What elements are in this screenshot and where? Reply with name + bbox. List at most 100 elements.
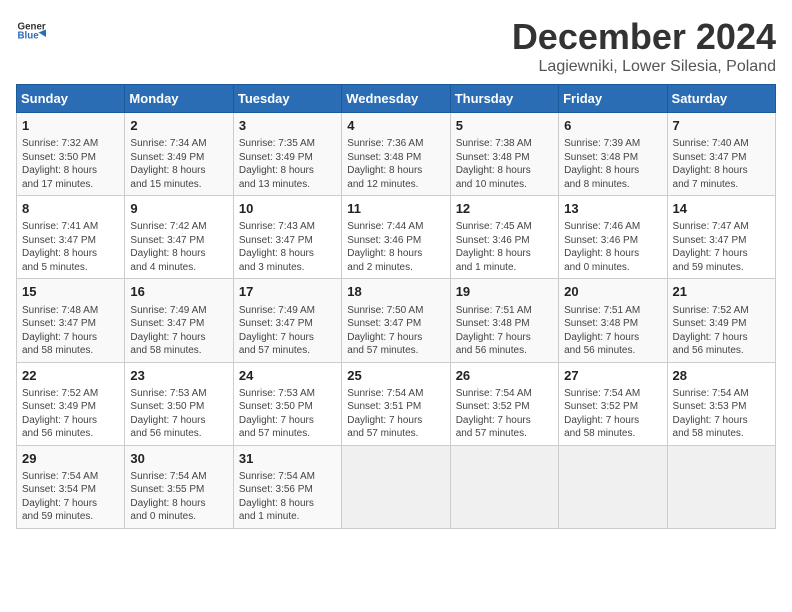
- calendar-table: SundayMondayTuesdayWednesdayThursdayFrid…: [16, 84, 776, 529]
- weekday-header-thursday: Thursday: [450, 85, 558, 113]
- day-number: 4: [347, 117, 444, 135]
- day-number: 10: [239, 200, 336, 218]
- day-number: 9: [130, 200, 227, 218]
- day-number: 14: [673, 200, 770, 218]
- cell-info: Sunrise: 7:34 AMSunset: 3:49 PMDaylight:…: [130, 137, 227, 191]
- calendar-cell: 22 Sunrise: 7:52 AMSunset: 3:49 PMDayligh…: [17, 362, 125, 445]
- cell-info: Sunrise: 7:54 AMSunset: 3:52 PMDaylight:…: [564, 387, 661, 441]
- day-number: 7: [673, 117, 770, 135]
- calendar-cell: 15 Sunrise: 7:48 AMSunset: 3:47 PMDayligh…: [17, 279, 125, 362]
- calendar-cell: 24Sunrise: 7:53 AMSunset: 3:50 PMDayligh…: [233, 362, 341, 445]
- day-number: 22: [22, 367, 119, 385]
- calendar-cell: 3 Sunrise: 7:35 AMSunset: 3:49 PMDaylight…: [233, 113, 341, 196]
- week-row-3: 15 Sunrise: 7:48 AMSunset: 3:47 PMDayligh…: [17, 279, 776, 362]
- calendar-cell: 23Sunrise: 7:53 AMSunset: 3:50 PMDayligh…: [125, 362, 233, 445]
- week-row-1: 1 Sunrise: 7:32 AMSunset: 3:50 PMDaylight…: [17, 113, 776, 196]
- cell-info: Sunrise: 7:54 AMSunset: 3:53 PMDaylight:…: [673, 387, 770, 441]
- calendar-cell: [342, 445, 450, 528]
- day-number: 6: [564, 117, 661, 135]
- calendar-cell: 1 Sunrise: 7:32 AMSunset: 3:50 PMDaylight…: [17, 113, 125, 196]
- day-number: 30: [130, 450, 227, 468]
- weekday-header-sunday: Sunday: [17, 85, 125, 113]
- weekday-header-row: SundayMondayTuesdayWednesdayThursdayFrid…: [17, 85, 776, 113]
- cell-info: Sunrise: 7:50 AMSunset: 3:47 PMDaylight:…: [347, 304, 444, 358]
- cell-info: Sunrise: 7:40 AMSunset: 3:47 PMDaylight:…: [673, 137, 770, 191]
- weekday-header-wednesday: Wednesday: [342, 85, 450, 113]
- day-number: 26: [456, 367, 553, 385]
- day-number: 1: [22, 117, 119, 135]
- calendar-cell: 4Sunrise: 7:36 AMSunset: 3:48 PMDaylight…: [342, 113, 450, 196]
- calendar-cell: 5 Sunrise: 7:38 AMSunset: 3:48 PMDaylight…: [450, 113, 558, 196]
- location-title: Lagiewniki, Lower Silesia, Poland: [512, 58, 776, 76]
- cell-info: Sunrise: 7:54 AMSunset: 3:51 PMDaylight:…: [347, 387, 444, 441]
- calendar-cell: 10 Sunrise: 7:43 AMSunset: 3:47 PMDayligh…: [233, 196, 341, 279]
- day-number: 29: [22, 450, 119, 468]
- svg-text:Blue: Blue: [18, 31, 40, 42]
- day-number: 12: [456, 200, 553, 218]
- calendar-cell: 21 Sunrise: 7:52 AMSunset: 3:49 PMDayligh…: [667, 279, 775, 362]
- cell-info: Sunrise: 7:52 AMSunset: 3:49 PMDaylight:…: [22, 387, 119, 441]
- day-number: 15: [22, 283, 119, 301]
- cell-info: Sunrise: 7:47 AMSunset: 3:47 PMDaylight:…: [673, 220, 770, 274]
- calendar-cell: 14 Sunrise: 7:47 AMSunset: 3:47 PMDayligh…: [667, 196, 775, 279]
- calendar-cell: 31Sunrise: 7:54 AMSunset: 3:56 PMDayligh…: [233, 445, 341, 528]
- header: General Blue December 2024 Lagiewniki, L…: [16, 16, 776, 76]
- logo: General Blue: [16, 16, 46, 46]
- day-number: 27: [564, 367, 661, 385]
- day-number: 16: [130, 283, 227, 301]
- cell-info: Sunrise: 7:49 AMSunset: 3:47 PMDaylight:…: [130, 304, 227, 358]
- cell-info: Sunrise: 7:42 AMSunset: 3:47 PMDaylight:…: [130, 220, 227, 274]
- calendar-cell: 28 Sunrise: 7:54 AMSunset: 3:53 PMDayligh…: [667, 362, 775, 445]
- cell-info: Sunrise: 7:48 AMSunset: 3:47 PMDaylight:…: [22, 304, 119, 358]
- calendar-cell: [450, 445, 558, 528]
- day-number: 17: [239, 283, 336, 301]
- cell-info: Sunrise: 7:51 AMSunset: 3:48 PMDaylight:…: [564, 304, 661, 358]
- day-number: 28: [673, 367, 770, 385]
- day-number: 21: [673, 283, 770, 301]
- day-number: 18: [347, 283, 444, 301]
- calendar-cell: 12Sunrise: 7:45 AMSunset: 3:46 PMDayligh…: [450, 196, 558, 279]
- calendar-cell: 11 Sunrise: 7:44 AMSunset: 3:46 PMDayligh…: [342, 196, 450, 279]
- title-area: December 2024 Lagiewniki, Lower Silesia,…: [512, 16, 776, 76]
- calendar-cell: 17 Sunrise: 7:49 AMSunset: 3:47 PMDayligh…: [233, 279, 341, 362]
- calendar-cell: [667, 445, 775, 528]
- calendar-cell: 9 Sunrise: 7:42 AMSunset: 3:47 PMDaylight…: [125, 196, 233, 279]
- calendar-cell: [559, 445, 667, 528]
- calendar-cell: 6Sunrise: 7:39 AMSunset: 3:48 PMDaylight…: [559, 113, 667, 196]
- cell-info: Sunrise: 7:52 AMSunset: 3:49 PMDaylight:…: [673, 304, 770, 358]
- calendar-cell: 13Sunrise: 7:46 AMSunset: 3:46 PMDayligh…: [559, 196, 667, 279]
- cell-info: Sunrise: 7:54 AMSunset: 3:55 PMDaylight:…: [130, 470, 227, 524]
- day-number: 19: [456, 283, 553, 301]
- weekday-header-saturday: Saturday: [667, 85, 775, 113]
- cell-info: Sunrise: 7:38 AMSunset: 3:48 PMDaylight:…: [456, 137, 553, 191]
- cell-info: Sunrise: 7:35 AMSunset: 3:49 PMDaylight:…: [239, 137, 336, 191]
- calendar-cell: 8 Sunrise: 7:41 AMSunset: 3:47 PMDaylight…: [17, 196, 125, 279]
- day-number: 8: [22, 200, 119, 218]
- cell-info: Sunrise: 7:49 AMSunset: 3:47 PMDaylight:…: [239, 304, 336, 358]
- logo-icon: General Blue: [16, 16, 46, 46]
- cell-info: Sunrise: 7:43 AMSunset: 3:47 PMDaylight:…: [239, 220, 336, 274]
- calendar-cell: 20 Sunrise: 7:51 AMSunset: 3:48 PMDayligh…: [559, 279, 667, 362]
- week-row-5: 29Sunrise: 7:54 AMSunset: 3:54 PMDayligh…: [17, 445, 776, 528]
- cell-info: Sunrise: 7:44 AMSunset: 3:46 PMDaylight:…: [347, 220, 444, 274]
- day-number: 31: [239, 450, 336, 468]
- cell-info: Sunrise: 7:51 AMSunset: 3:48 PMDaylight:…: [456, 304, 553, 358]
- calendar-cell: 30 Sunrise: 7:54 AMSunset: 3:55 PMDayligh…: [125, 445, 233, 528]
- calendar-cell: 2 Sunrise: 7:34 AMSunset: 3:49 PMDaylight…: [125, 113, 233, 196]
- day-number: 3: [239, 117, 336, 135]
- cell-info: Sunrise: 7:53 AMSunset: 3:50 PMDaylight:…: [130, 387, 227, 441]
- day-number: 2: [130, 117, 227, 135]
- calendar-cell: 26 Sunrise: 7:54 AMSunset: 3:52 PMDayligh…: [450, 362, 558, 445]
- cell-info: Sunrise: 7:53 AMSunset: 3:50 PMDaylight:…: [239, 387, 336, 441]
- cell-info: Sunrise: 7:32 AMSunset: 3:50 PMDaylight:…: [22, 137, 119, 191]
- calendar-cell: 27 Sunrise: 7:54 AMSunset: 3:52 PMDayligh…: [559, 362, 667, 445]
- weekday-header-monday: Monday: [125, 85, 233, 113]
- day-number: 25: [347, 367, 444, 385]
- day-number: 20: [564, 283, 661, 301]
- day-number: 11: [347, 200, 444, 218]
- cell-info: Sunrise: 7:54 AMSunset: 3:52 PMDaylight:…: [456, 387, 553, 441]
- calendar-cell: 16 Sunrise: 7:49 AMSunset: 3:47 PMDayligh…: [125, 279, 233, 362]
- day-number: 5: [456, 117, 553, 135]
- cell-info: Sunrise: 7:41 AMSunset: 3:47 PMDaylight:…: [22, 220, 119, 274]
- calendar-cell: 19 Sunrise: 7:51 AMSunset: 3:48 PMDayligh…: [450, 279, 558, 362]
